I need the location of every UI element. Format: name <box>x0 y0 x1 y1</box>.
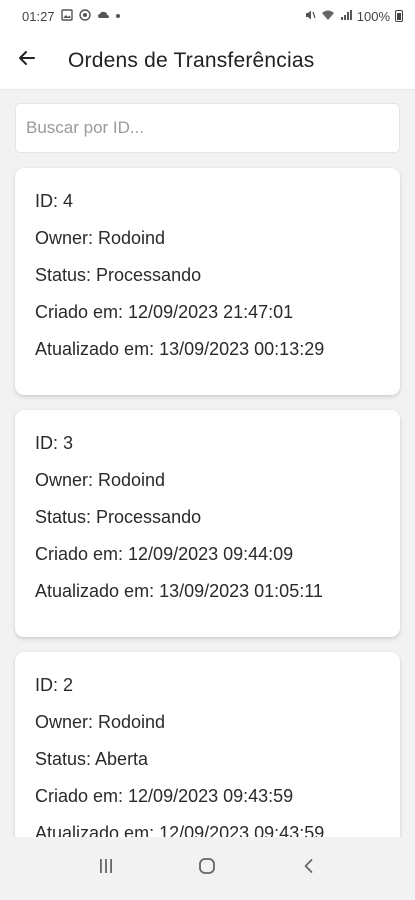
back-button[interactable] <box>2 32 52 90</box>
order-card[interactable]: ID: 2 Owner: Rodoind Status: Aberta Cria… <box>15 652 400 837</box>
orders-list[interactable]: ID: 4 Owner: Rodoind Status: Processando… <box>0 160 415 837</box>
order-owner: Owner: Rodoind <box>35 470 166 490</box>
order-status: Status: Processando <box>35 265 202 285</box>
wifi-icon <box>321 9 335 24</box>
gallery-icon <box>60 8 73 24</box>
order-card[interactable]: ID: 3 Owner: Rodoind Status: Processando… <box>15 410 400 637</box>
order-status: Status: Processando <box>35 507 202 527</box>
order-status: Status: Aberta <box>35 749 149 769</box>
status-bar-left: 01:27 <box>22 9 120 24</box>
status-bar-right: 100% <box>304 9 403 24</box>
order-card[interactable]: ID: 4 Owner: Rodoind Status: Processando… <box>15 168 400 395</box>
home-button[interactable] <box>177 849 237 889</box>
battery-text: 100% <box>356 8 390 24</box>
order-owner: Owner: Rodoind <box>35 228 166 248</box>
more-notifications-dot-icon <box>115 14 120 18</box>
order-created: Criado em: 12/09/2023 09:43:59 <box>35 786 294 806</box>
cloud-icon <box>97 9 110 24</box>
arrow-left-icon <box>17 48 37 73</box>
search-box <box>15 103 400 153</box>
app-bar: Ordens de Transferências <box>0 32 415 90</box>
signal-icon <box>340 9 352 24</box>
order-created: Criado em: 12/09/2023 21:47:01 <box>35 302 294 322</box>
order-updated: Atualizado em: 12/09/2023 09:43:59 <box>35 823 325 837</box>
home-icon <box>198 857 216 880</box>
order-id: ID: 2 <box>35 675 74 695</box>
recents-icon <box>97 857 115 880</box>
order-id: ID: 3 <box>35 433 74 453</box>
recents-button[interactable] <box>76 849 136 889</box>
order-updated: Atualizado em: 13/09/2023 01:05:11 <box>35 581 323 601</box>
notification-app-icon <box>78 8 91 24</box>
nav-back-button[interactable] <box>279 849 339 889</box>
mute-icon <box>304 9 316 24</box>
order-owner: Owner: Rodoind <box>35 712 166 732</box>
status-bar: 01:27 100% <box>0 0 415 32</box>
chevron-left-icon <box>300 857 318 880</box>
battery-icon <box>395 10 403 22</box>
search-input[interactable] <box>16 104 399 152</box>
page-title: Ordens de Transferências <box>68 48 315 72</box>
system-navigation-bar <box>0 837 415 900</box>
status-time: 01:27 <box>22 8 55 24</box>
order-created: Criado em: 12/09/2023 09:44:09 <box>35 544 294 564</box>
order-id: ID: 4 <box>35 191 74 211</box>
order-updated: Atualizado em: 13/09/2023 00:13:29 <box>35 339 325 359</box>
